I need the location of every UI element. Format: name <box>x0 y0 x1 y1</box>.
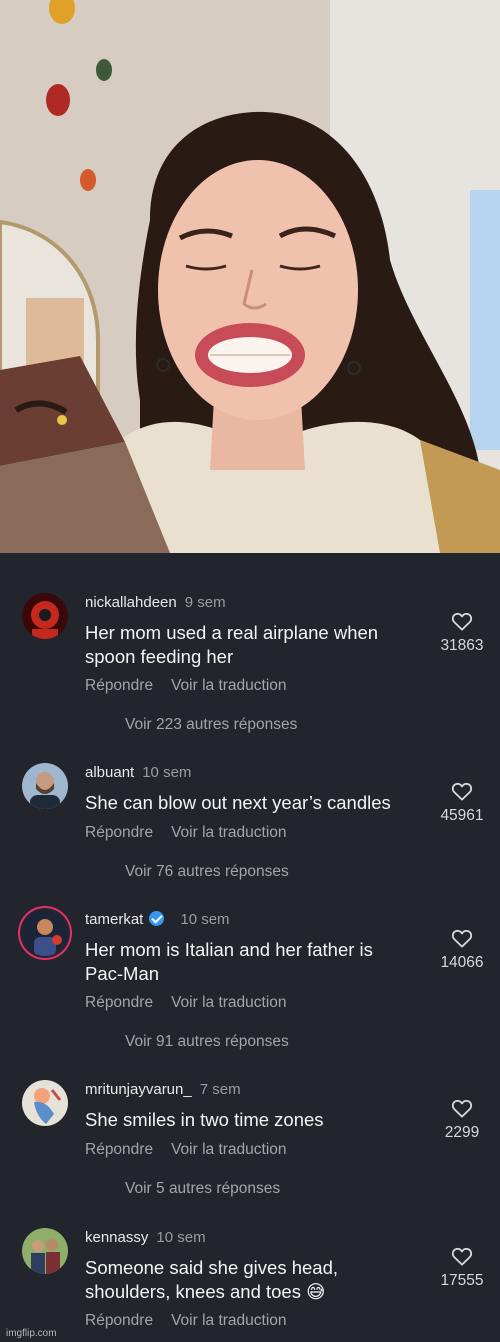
view-more-replies[interactable]: Voir 223 autres réponses <box>125 716 297 734</box>
comment-username[interactable]: albuant 10 sem <box>85 764 191 781</box>
comment-actions: Répondre Voir la traduction <box>85 677 305 695</box>
view-more-replies[interactable]: Voir 76 autres réponses <box>125 863 289 881</box>
like-count: 31863 <box>440 637 484 654</box>
avatar[interactable] <box>22 1228 68 1274</box>
heart-icon[interactable] <box>451 1246 473 1266</box>
heart-icon[interactable] <box>451 928 473 948</box>
like-count: 2299 <box>444 1124 480 1141</box>
comment-time: 7 sem <box>199 1081 241 1098</box>
translate-button[interactable]: Voir la traduction <box>171 1141 286 1158</box>
video-frame <box>0 0 500 553</box>
reply-button[interactable]: Répondre <box>85 994 153 1011</box>
avatar[interactable] <box>22 763 68 809</box>
translate-button[interactable]: Voir la traduction <box>171 824 286 841</box>
translate-button[interactable]: Voir la traduction <box>171 677 286 694</box>
heart-icon[interactable] <box>451 611 473 631</box>
comment-text: She can blow out next year’s candles <box>85 792 391 813</box>
like-area: 31863 <box>436 611 488 655</box>
comment-text: Her mom is Italian and her father is Pac-… <box>85 939 373 984</box>
reply-button[interactable]: Répondre <box>85 1141 153 1158</box>
view-more-replies[interactable]: Voir 5 autres réponses <box>125 1180 280 1198</box>
like-count: 45961 <box>440 807 484 824</box>
avatar[interactable] <box>22 593 68 639</box>
watermark: imgflip.com <box>6 1328 57 1339</box>
comment-actions: Répondre Voir la traduction <box>85 994 305 1012</box>
comment-username[interactable]: nickallahdeen 9 sem <box>85 594 226 611</box>
reply-button[interactable]: Répondre <box>85 1312 153 1329</box>
comments-list: nickallahdeen 9 sem Her mom used a real a… <box>0 553 500 1342</box>
comment-actions: Répondre Voir la traduction <box>85 1141 305 1159</box>
comment-time: 10 sem <box>180 911 230 928</box>
view-more-replies[interactable]: Voir 91 autres réponses <box>125 1033 289 1051</box>
comment-actions: Répondre Voir la traduction <box>85 824 305 842</box>
reply-button[interactable]: Répondre <box>85 677 153 694</box>
translate-button[interactable]: Voir la traduction <box>171 994 286 1011</box>
like-area: 14066 <box>436 928 488 972</box>
comment-time: 10 sem <box>142 764 192 781</box>
heart-icon[interactable] <box>451 781 473 801</box>
like-count: 17555 <box>440 1272 484 1289</box>
like-count: 14066 <box>440 954 484 971</box>
comment-text: Her mom used a real airplane when spoon f… <box>85 622 379 667</box>
comment-username[interactable]: mritunjayvarun_ 7 sem <box>85 1081 241 1098</box>
comment-username[interactable]: kennassy 10 sem <box>85 1229 206 1246</box>
comment-text: She smiles in two time zones <box>85 1109 324 1130</box>
comment-text: Someone said she gives head, shoulders, k… <box>85 1257 339 1302</box>
comment-actions: Répondre Voir la traduction <box>85 1312 305 1330</box>
translate-button[interactable]: Voir la traduction <box>171 1312 286 1329</box>
video-image <box>0 0 500 553</box>
like-area: 17555 <box>436 1246 488 1290</box>
avatar[interactable] <box>22 910 68 956</box>
comment-time: 10 sem <box>156 1229 206 1246</box>
verified-icon <box>149 911 165 926</box>
heart-icon[interactable] <box>451 1098 473 1118</box>
like-area: 45961 <box>436 781 488 825</box>
avatar[interactable] <box>22 1080 68 1126</box>
reply-button[interactable]: Répondre <box>85 824 153 841</box>
comment-username[interactable]: tamerkat 10 sem <box>85 911 230 928</box>
like-area: 2299 <box>436 1098 488 1142</box>
comment-time: 9 sem <box>184 594 226 611</box>
